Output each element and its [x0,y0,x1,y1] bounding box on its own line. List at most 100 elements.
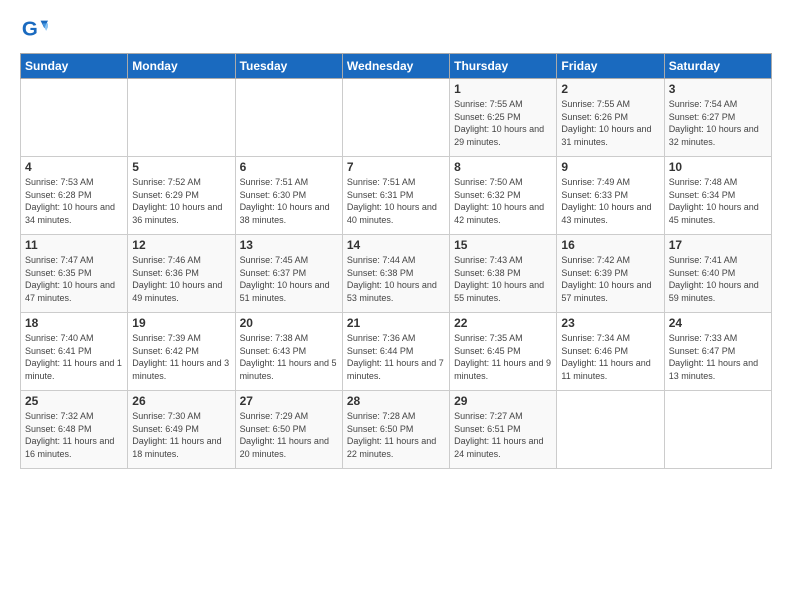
day-header-friday: Friday [557,54,664,79]
calendar-cell [128,79,235,157]
day-info: Sunrise: 7:39 AM Sunset: 6:42 PM Dayligh… [132,332,230,382]
day-number: 28 [347,394,445,408]
calendar-cell: 5Sunrise: 7:52 AM Sunset: 6:29 PM Daylig… [128,157,235,235]
day-number: 23 [561,316,659,330]
day-number: 3 [669,82,767,96]
day-number: 21 [347,316,445,330]
day-info: Sunrise: 7:40 AM Sunset: 6:41 PM Dayligh… [25,332,123,382]
day-info: Sunrise: 7:53 AM Sunset: 6:28 PM Dayligh… [25,176,123,226]
calendar-table: SundayMondayTuesdayWednesdayThursdayFrid… [20,53,772,469]
day-number: 7 [347,160,445,174]
calendar-cell: 1 Sunrise: 7:55 AM Sunset: 6:25 PM Daylig… [450,79,557,157]
day-info: Sunrise: 7:48 AM Sunset: 6:34 PM Dayligh… [669,176,767,226]
calendar-cell: 9 Sunrise: 7:49 AM Sunset: 6:33 PM Daylig… [557,157,664,235]
day-info: Sunrise: 7:50 AM Sunset: 6:32 PM Dayligh… [454,176,552,226]
day-info: Sunrise: 7:27 AM Sunset: 6:51 PM Dayligh… [454,410,552,460]
day-header-tuesday: Tuesday [235,54,342,79]
calendar-cell: 23 Sunrise: 7:34 AM Sunset: 6:46 PM Dayli… [557,313,664,391]
day-info: Sunrise: 7:42 AM Sunset: 6:39 PM Dayligh… [561,254,659,304]
day-number: 8 [454,160,552,174]
calendar-cell [235,79,342,157]
calendar-cell: 2Sunrise: 7:55 AM Sunset: 6:26 PM Daylig… [557,79,664,157]
day-info: Sunrise: 7:35 AM Sunset: 6:45 PM Dayligh… [454,332,552,382]
day-info: Sunrise: 7:28 AM Sunset: 6:50 PM Dayligh… [347,410,445,460]
calendar-cell: 24 Sunrise: 7:33 AM Sunset: 6:47 PM Dayli… [664,313,771,391]
day-info: Sunrise: 7:36 AM Sunset: 6:44 PM Dayligh… [347,332,445,382]
day-info: Sunrise: 7:49 AM Sunset: 6:33 PM Dayligh… [561,176,659,226]
day-info: Sunrise: 7:33 AM Sunset: 6:47 PM Dayligh… [669,332,767,382]
calendar-cell: 27 Sunrise: 7:29 AM Sunset: 6:50 PM Dayli… [235,391,342,469]
day-header-wednesday: Wednesday [342,54,449,79]
calendar-cell: 29 Sunrise: 7:27 AM Sunset: 6:51 PM Dayli… [450,391,557,469]
day-number: 25 [25,394,123,408]
day-info: Sunrise: 7:44 AM Sunset: 6:38 PM Dayligh… [347,254,445,304]
day-number: 14 [347,238,445,252]
day-info: Sunrise: 7:45 AM Sunset: 6:37 PM Dayligh… [240,254,338,304]
day-header-monday: Monday [128,54,235,79]
day-info: Sunrise: 7:38 AM Sunset: 6:43 PM Dayligh… [240,332,338,382]
day-info: Sunrise: 7:47 AM Sunset: 6:35 PM Dayligh… [25,254,123,304]
day-number: 2 [561,82,659,96]
day-number: 18 [25,316,123,330]
calendar-cell: 3Sunrise: 7:54 AM Sunset: 6:27 PM Daylig… [664,79,771,157]
day-number: 17 [669,238,767,252]
calendar-cell: 4 Sunrise: 7:53 AM Sunset: 6:28 PM Daylig… [21,157,128,235]
calendar-cell: 22 Sunrise: 7:35 AM Sunset: 6:45 PM Dayli… [450,313,557,391]
day-info: Sunrise: 7:43 AM Sunset: 6:38 PM Dayligh… [454,254,552,304]
calendar-cell: 13 Sunrise: 7:45 AM Sunset: 6:37 PM Dayli… [235,235,342,313]
day-number: 27 [240,394,338,408]
calendar-cell: 6Sunrise: 7:51 AM Sunset: 6:30 PM Daylig… [235,157,342,235]
day-info: Sunrise: 7:30 AM Sunset: 6:49 PM Dayligh… [132,410,230,460]
calendar-cell: 7Sunrise: 7:51 AM Sunset: 6:31 PM Daylig… [342,157,449,235]
day-info: Sunrise: 7:46 AM Sunset: 6:36 PM Dayligh… [132,254,230,304]
day-number: 1 [454,82,552,96]
day-number: 29 [454,394,552,408]
calendar-cell: 19 Sunrise: 7:39 AM Sunset: 6:42 PM Dayli… [128,313,235,391]
calendar-header-row: SundayMondayTuesdayWednesdayThursdayFrid… [21,54,772,79]
day-number: 22 [454,316,552,330]
calendar-cell: 12 Sunrise: 7:46 AM Sunset: 6:36 PM Dayli… [128,235,235,313]
calendar-cell: 16 Sunrise: 7:42 AM Sunset: 6:39 PM Dayli… [557,235,664,313]
day-info: Sunrise: 7:52 AM Sunset: 6:29 PM Dayligh… [132,176,230,226]
calendar-cell [557,391,664,469]
day-header-thursday: Thursday [450,54,557,79]
logo: G [20,15,52,43]
svg-text:G: G [22,18,38,41]
calendar-cell: 26Sunrise: 7:30 AM Sunset: 6:49 PM Dayli… [128,391,235,469]
day-number: 12 [132,238,230,252]
day-number: 16 [561,238,659,252]
day-number: 19 [132,316,230,330]
day-number: 24 [669,316,767,330]
calendar-cell: 10 Sunrise: 7:48 AM Sunset: 6:34 PM Dayli… [664,157,771,235]
day-info: Sunrise: 7:34 AM Sunset: 6:46 PM Dayligh… [561,332,659,382]
day-number: 11 [25,238,123,252]
calendar-cell: 8 Sunrise: 7:50 AM Sunset: 6:32 PM Daylig… [450,157,557,235]
week-row-2: 4 Sunrise: 7:53 AM Sunset: 6:28 PM Daylig… [21,157,772,235]
week-row-5: 25 Sunrise: 7:32 AM Sunset: 6:48 PM Dayli… [21,391,772,469]
header: G [20,15,772,43]
day-info: Sunrise: 7:41 AM Sunset: 6:40 PM Dayligh… [669,254,767,304]
day-info: Sunrise: 7:29 AM Sunset: 6:50 PM Dayligh… [240,410,338,460]
day-number: 10 [669,160,767,174]
day-number: 20 [240,316,338,330]
day-number: 15 [454,238,552,252]
calendar-cell: 25 Sunrise: 7:32 AM Sunset: 6:48 PM Dayli… [21,391,128,469]
calendar-cell: 14 Sunrise: 7:44 AM Sunset: 6:38 PM Dayli… [342,235,449,313]
week-row-1: 1 Sunrise: 7:55 AM Sunset: 6:25 PM Daylig… [21,79,772,157]
day-number: 13 [240,238,338,252]
page: G SundayMondayTuesdayWednesdayThursdayFr… [0,0,792,612]
calendar-cell: 18 Sunrise: 7:40 AM Sunset: 6:41 PM Dayli… [21,313,128,391]
calendar-cell [664,391,771,469]
calendar-cell: 21 Sunrise: 7:36 AM Sunset: 6:44 PM Dayli… [342,313,449,391]
day-header-sunday: Sunday [21,54,128,79]
day-info: Sunrise: 7:55 AM Sunset: 6:25 PM Dayligh… [454,98,552,148]
day-number: 4 [25,160,123,174]
day-info: Sunrise: 7:32 AM Sunset: 6:48 PM Dayligh… [25,410,123,460]
day-header-saturday: Saturday [664,54,771,79]
calendar-cell: 15 Sunrise: 7:43 AM Sunset: 6:38 PM Dayli… [450,235,557,313]
calendar-cell: 11 Sunrise: 7:47 AM Sunset: 6:35 PM Dayli… [21,235,128,313]
week-row-4: 18 Sunrise: 7:40 AM Sunset: 6:41 PM Dayli… [21,313,772,391]
calendar-cell: 20 Sunrise: 7:38 AM Sunset: 6:43 PM Dayli… [235,313,342,391]
week-row-3: 11 Sunrise: 7:47 AM Sunset: 6:35 PM Dayli… [21,235,772,313]
day-number: 9 [561,160,659,174]
